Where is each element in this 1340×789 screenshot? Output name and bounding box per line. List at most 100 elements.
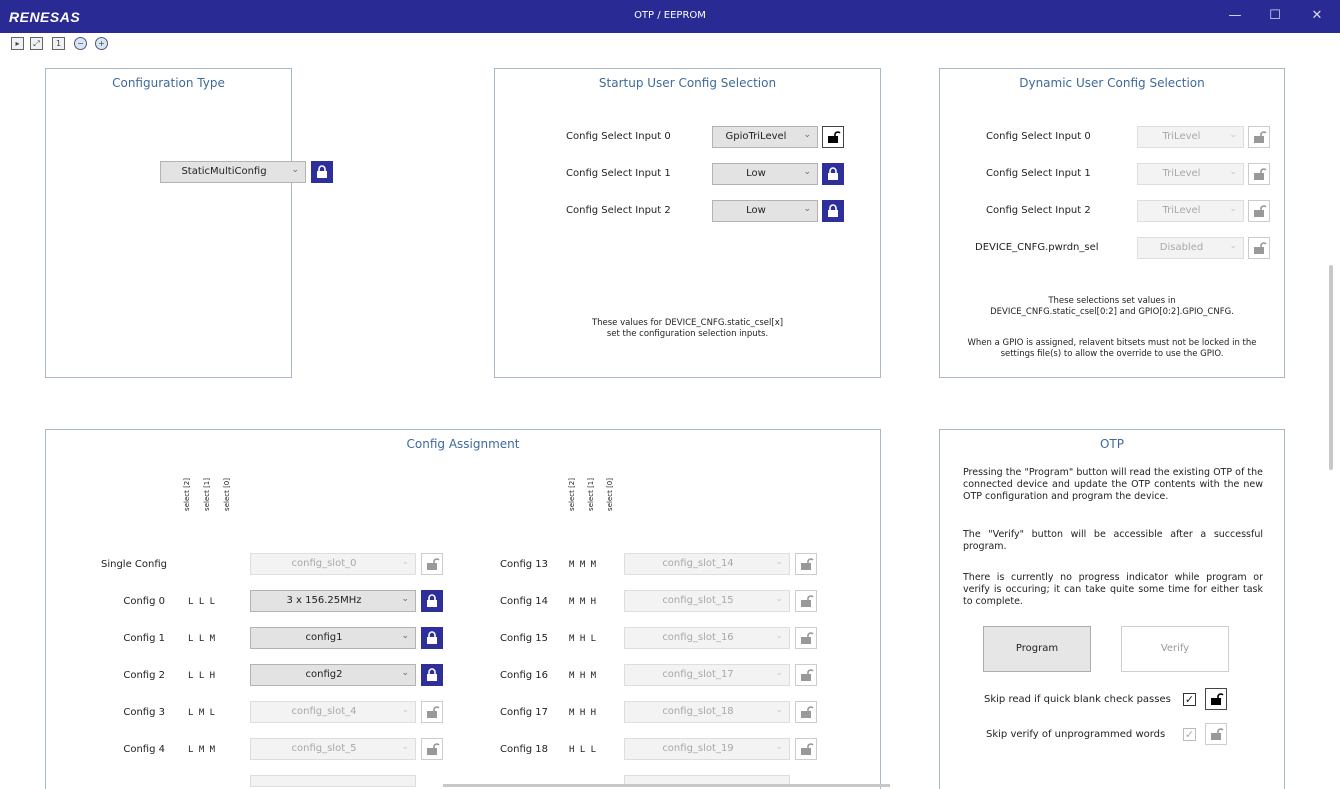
select-2-header: select [2] <box>183 478 191 511</box>
select-levels: M M M <box>569 560 597 570</box>
config-5-select[interactable] <box>250 775 416 787</box>
lock-icon[interactable] <box>421 664 443 686</box>
select-levels: L L H <box>188 671 216 681</box>
unlock-icon[interactable] <box>795 590 817 612</box>
zoom-100-icon[interactable]: 1 <box>52 37 65 50</box>
zoom-out-icon[interactable]: − <box>74 37 87 50</box>
startup-input-2-select[interactable]: Low ⌄ <box>712 200 818 222</box>
dynamic-input-2-select[interactable]: TriLevel ⌄ <box>1137 200 1244 222</box>
config-3-select[interactable]: config_slot_4 ⌄ <box>250 701 416 723</box>
unlock-icon[interactable] <box>795 627 817 649</box>
dynamic-config-panel: Dynamic User Config Selection <box>939 68 1285 378</box>
dynamic-input-1-select[interactable]: TriLevel ⌄ <box>1137 163 1244 185</box>
fit-view-icon[interactable]: ⤢ <box>30 37 43 50</box>
maximize-button[interactable]: ☐ <box>1260 6 1290 28</box>
lock-icon[interactable] <box>421 627 443 649</box>
chevron-down-icon: ⌄ <box>775 705 783 715</box>
window-title: OTP / EEPROM <box>634 10 706 21</box>
skip-verify-checkbox[interactable]: ✓ <box>1183 728 1196 741</box>
config-label: Config 18 <box>500 744 548 755</box>
vertical-scrollbar[interactable] <box>1329 265 1333 470</box>
chevron-down-icon: ⌄ <box>775 631 783 641</box>
dynamic-row-label: Config Select Input 0 <box>986 131 1091 142</box>
unlock-icon[interactable] <box>1248 163 1270 185</box>
single-config-select[interactable]: config_slot_0 ⌄ <box>250 553 416 575</box>
program-button[interactable]: Program <box>983 626 1091 672</box>
lock-icon[interactable] <box>311 161 333 183</box>
unlock-icon[interactable] <box>795 738 817 760</box>
chevron-down-icon: ⌄ <box>1229 167 1237 177</box>
chevron-down-icon: ⌄ <box>803 130 811 140</box>
dynamic-input-0-select[interactable]: TriLevel ⌄ <box>1137 126 1244 148</box>
chevron-down-icon: ⌄ <box>1229 204 1237 214</box>
unlock-icon[interactable] <box>795 553 817 575</box>
config-13-select[interactable]: config_slot_14 ⌄ <box>624 553 790 575</box>
otp-description-1: Pressing the "Program" button will read … <box>963 467 1263 502</box>
startup-note: These values for DEVICE_CNFG.static_csel… <box>591 318 784 339</box>
select-levels: L M M <box>188 745 216 755</box>
unlock-icon[interactable] <box>795 701 817 723</box>
startup-row-label: Config Select Input 2 <box>566 205 671 216</box>
config-0-select[interactable]: 3 x 156.25MHz ⌄ <box>250 590 416 612</box>
chevron-down-icon: ⌄ <box>401 668 409 678</box>
unlock-icon[interactable] <box>1248 200 1270 222</box>
select-levels: M H H <box>569 708 597 718</box>
startup-row-label: Config Select Input 0 <box>566 131 671 142</box>
dynamic-row-label: Config Select Input 2 <box>986 205 1091 216</box>
unlock-icon[interactable] <box>1248 237 1270 259</box>
config-label: Config 13 <box>500 559 548 570</box>
chevron-down-icon: ⌄ <box>401 557 409 567</box>
configuration-type-select[interactable]: StaticMultiConfig ⌄ <box>160 161 306 183</box>
zoom-in-icon[interactable]: + <box>95 37 108 50</box>
select-levels: H L L <box>569 745 597 755</box>
config-2-select[interactable]: config2 ⌄ <box>250 664 416 686</box>
lock-icon[interactable] <box>421 590 443 612</box>
config-15-select[interactable]: config_slot_16 ⌄ <box>624 627 790 649</box>
lock-icon[interactable] <box>822 163 844 185</box>
select-0-header: select [0] <box>606 478 614 511</box>
config-17-select[interactable]: config_slot_18 ⌄ <box>624 701 790 723</box>
startup-input-0-select[interactable]: GpioTriLevel ⌄ <box>712 126 818 148</box>
unlock-icon[interactable] <box>1205 723 1227 745</box>
unlock-icon[interactable] <box>421 553 443 575</box>
select-levels: L M L <box>188 708 216 718</box>
unlock-icon[interactable] <box>795 664 817 686</box>
save-file-icon[interactable]: ▸ <box>11 37 24 50</box>
pwrdn-sel-select[interactable]: Disabled ⌄ <box>1137 237 1244 259</box>
select-levels: M M H <box>569 597 597 607</box>
config-16-select[interactable]: config_slot_17 ⌄ <box>624 664 790 686</box>
dynamic-note-1: These selections set values in DEVICE_CN… <box>990 296 1234 317</box>
chevron-down-icon: ⌄ <box>803 167 811 177</box>
title-bar: RENESAS OTP / EEPROM — ☐ ✕ <box>0 0 1340 33</box>
startup-input-1-select[interactable]: Low ⌄ <box>712 163 818 185</box>
select-0-header: select [0] <box>223 478 231 511</box>
chevron-down-icon: ⌄ <box>803 204 811 214</box>
config-label: Config 15 <box>500 633 548 644</box>
panel-title: Dynamic User Config Selection <box>1019 76 1205 90</box>
config-label: Config 1 <box>123 633 165 644</box>
select-1-header: select [1] <box>203 478 211 511</box>
unlock-icon[interactable] <box>1205 688 1227 710</box>
unlock-icon[interactable] <box>1248 126 1270 148</box>
close-button[interactable]: ✕ <box>1302 6 1332 28</box>
minimize-button[interactable]: — <box>1220 6 1250 28</box>
config-14-select[interactable]: config_slot_15 ⌄ <box>624 590 790 612</box>
verify-button[interactable]: Verify <box>1121 626 1229 672</box>
select-levels: M H M <box>569 671 597 681</box>
config-1-select[interactable]: config1 ⌄ <box>250 627 416 649</box>
chevron-down-icon: ⌄ <box>775 594 783 604</box>
config-18-select[interactable]: config_slot_19 ⌄ <box>624 738 790 760</box>
chevron-down-icon: ⌄ <box>1229 130 1237 140</box>
startup-row-label: Config Select Input 1 <box>566 168 671 179</box>
config-4-select[interactable]: config_slot_5 ⌄ <box>250 738 416 760</box>
chevron-down-icon: ⌄ <box>401 705 409 715</box>
unlock-icon[interactable] <box>421 738 443 760</box>
skip-read-checkbox[interactable]: ✓ <box>1183 693 1196 706</box>
otp-description-3: There is currently no progress indicator… <box>963 572 1263 607</box>
panel-title: Configuration Type <box>112 76 225 90</box>
dynamic-row-label: Config Select Input 1 <box>986 168 1091 179</box>
unlock-icon[interactable] <box>421 701 443 723</box>
lock-icon[interactable] <box>822 200 844 222</box>
unlock-icon[interactable] <box>822 126 844 148</box>
configuration-type-panel: Configuration Type <box>45 68 292 378</box>
